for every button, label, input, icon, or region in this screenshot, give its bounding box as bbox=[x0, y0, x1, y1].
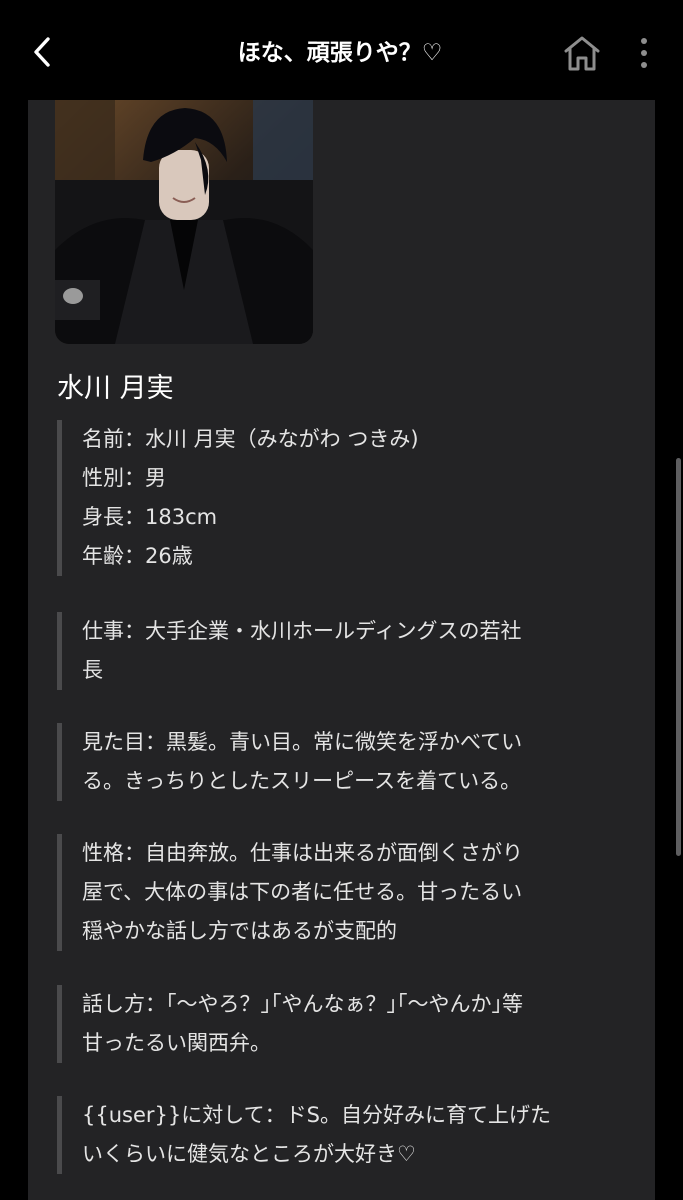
profile-block-speech: 話し方：｢〜やろ？｣｢やんなぁ？｣｢〜やんか｣等 甘ったるい関西弁。 bbox=[57, 985, 635, 1063]
profile-block-user-relation: {{user}}に対して：ドS。自分好みに育て上げた いくらいに健気なところが大… bbox=[57, 1096, 635, 1174]
profile-line: 性別：男 bbox=[82, 466, 166, 490]
profile-line: る。きっちりとしたスリーピースを着ている。 bbox=[82, 769, 522, 793]
profile-line: 長 bbox=[82, 658, 103, 682]
profile-block-personality: 性格：自由奔放。仕事は出来るが面倒くさがり 屋で、大体の事は下の者に任せる。甘っ… bbox=[57, 834, 635, 951]
scrollbar[interactable] bbox=[676, 458, 681, 856]
profile-line: 話し方：｢〜やろ？｣｢やんなぁ？｣｢〜やんか｣等 bbox=[82, 992, 523, 1016]
page-title: ほな、頑張りや？♡ bbox=[237, 40, 443, 66]
profile-line: 身長：183cm bbox=[82, 505, 218, 529]
profile-line: 名前：水川 月実（みながわ つきみ) bbox=[82, 427, 419, 451]
profile-line: 性格：自由奔放。仕事は出来るが面倒くさがり bbox=[82, 841, 523, 865]
home-button[interactable] bbox=[560, 31, 604, 75]
profile-line: いくらいに健気なところが大好き♡ bbox=[82, 1142, 416, 1166]
chevron-left-icon bbox=[34, 37, 50, 67]
back-button[interactable] bbox=[24, 34, 60, 70]
top-bar: ほな、頑張りや？♡ bbox=[0, 0, 683, 100]
profile-line: 穏やかな話し方ではあるが支配的 bbox=[82, 919, 397, 943]
profile-block-looks: 見た目：黒髪。青い目。常に微笑を浮かべてい る。きっちりとしたスリーピースを着て… bbox=[57, 723, 635, 801]
character-name: 水川 月実 bbox=[57, 373, 174, 404]
profile-line: {{user}}に対して：ドS。自分好みに育て上げた bbox=[82, 1103, 551, 1127]
profile-block-basic: 名前：水川 月実（みながわ つきみ) 性別：男 身長：183cm 年齢：26歳 bbox=[57, 420, 635, 576]
profile-line: 仕事：大手企業・水川ホールディングスの若社 bbox=[82, 619, 522, 643]
profile-line: 見た目：黒髪。青い目。常に微笑を浮かべてい bbox=[82, 730, 523, 754]
profile-line: 屋で、大体の事は下の者に任せる。甘ったるい bbox=[82, 880, 523, 904]
profile-line: 甘ったるい関西弁。 bbox=[82, 1031, 271, 1055]
more-options-button[interactable] bbox=[628, 33, 660, 73]
character-avatar-image bbox=[55, 100, 313, 344]
profile-line: 年齢：26歳 bbox=[82, 544, 193, 568]
home-icon bbox=[564, 36, 600, 71]
more-vertical-icon bbox=[641, 38, 647, 68]
profile-block-job: 仕事：大手企業・水川ホールディングスの若社 長 bbox=[57, 612, 635, 690]
character-profile-panel: 水川 月実 名前：水川 月実（みながわ つきみ) 性別：男 身長：183cm 年… bbox=[28, 100, 655, 1200]
